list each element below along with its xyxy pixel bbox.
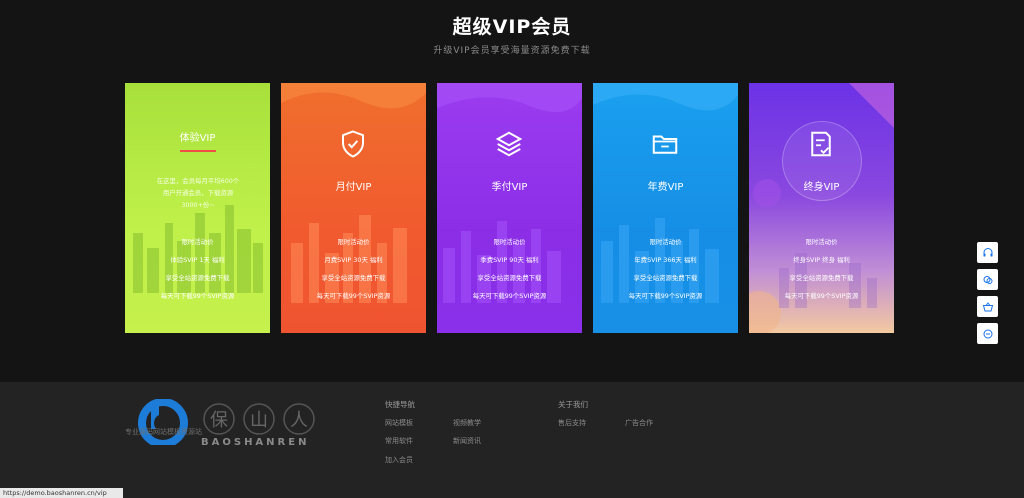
chat-button[interactable]: [977, 269, 998, 290]
document-check-icon: [811, 131, 831, 157]
brand-name-en: BAOSHANREN: [201, 437, 310, 448]
title-underline: [180, 150, 216, 152]
headset-icon: [983, 247, 992, 256]
footer-link-support[interactable]: 售后支持: [558, 418, 586, 428]
feature-promo: 限时活动价: [181, 238, 214, 246]
feature-free-download: 享受全站资源免费下载: [477, 274, 542, 282]
cart-button[interactable]: [977, 296, 998, 317]
card-title: 季付VIP: [491, 182, 528, 193]
footer-link-ads[interactable]: 广告合作: [625, 418, 653, 428]
feature-free-download: 享受全站资源免费下载: [165, 274, 230, 282]
feature-benefit: 体验SVIP 1天 福利: [170, 256, 225, 264]
card-title: 体验VIP: [179, 133, 216, 144]
feature-promo: 限时活动价: [649, 238, 682, 246]
brand-logo-icon[interactable]: [132, 399, 194, 445]
feature-free-download: 享受全站资源免费下载: [321, 274, 386, 282]
page-title: 超级VIP会员: [452, 16, 572, 38]
status-bar-url: https://demo.baoshanren.cn/vip: [0, 488, 123, 498]
footer-link-join-vip[interactable]: 加入会员: [385, 455, 413, 465]
card-title: 月付VIP: [335, 182, 372, 193]
card-description: 在这里，会员每月平均600个 用户开通会员，下载资源 3000+份~: [156, 177, 240, 209]
chat-icon: [983, 275, 992, 284]
quick-nav-heading: 快捷导航: [385, 400, 415, 409]
brand-logo-text: 保 山 人: [203, 403, 315, 435]
feature-benefit: 终身SVIP 终身 福利: [793, 256, 850, 264]
feature-promo: 限时活动价: [337, 238, 370, 246]
card-title: 年费VIP: [647, 182, 684, 193]
vip-card-yearly[interactable]: 年费VIP 限时活动价 年费SVIP 366天 福利 享受全站资源免费下载 每天…: [593, 83, 738, 333]
feature-promo: 限时活动价: [805, 238, 838, 246]
about-heading: 关于我们: [558, 400, 588, 409]
folder-icon: [652, 135, 678, 154]
customer-service-button[interactable]: [977, 242, 998, 263]
logo-cn-char-1: 保: [210, 410, 228, 431]
shield-check-icon: [342, 130, 364, 158]
footer-link-templates[interactable]: 网站模板: [385, 418, 413, 428]
footer-link-video[interactable]: 视频教学: [453, 418, 481, 428]
feature-benefit: 季费SVIP 90天 福利: [480, 256, 539, 264]
vip-card-quarterly[interactable]: 季付VIP 限时活动价 季费SVIP 90天 福利 享受全站资源免费下载 每天可…: [437, 83, 582, 333]
logo-cn-char-2: 山: [250, 410, 268, 431]
feature-benefit: 年费SVIP 366天 福利: [634, 256, 697, 264]
feature-free-download: 享受全站资源免费下载: [789, 274, 854, 282]
card-title: 终身VIP: [803, 182, 840, 193]
footer-link-news[interactable]: 新闻资讯: [453, 436, 481, 446]
logo-cn-char-3: 人: [290, 410, 308, 431]
feature-daily-limit: 每天可下载99个SVIP资源: [628, 292, 703, 300]
feature-daily-limit: 每天可下载99个SVIP资源: [784, 292, 859, 300]
feature-promo: 限时活动价: [493, 238, 526, 246]
brand-caption: 专业源码网站模板资源站: [125, 428, 202, 436]
feature-daily-limit: 每天可下载99个SVIP资源: [472, 292, 547, 300]
message-button[interactable]: [977, 323, 998, 344]
vip-card-lifetime[interactable]: 终身VIP 限时活动价 终身SVIP 终身 福利 享受全站资源免费下载 每天可下…: [749, 83, 894, 333]
layers-icon: [495, 131, 523, 157]
vip-card-monthly[interactable]: 月付VIP 限时活动价 月费SVIP 30天 福利 享受全站资源免费下载 每天可…: [281, 83, 426, 333]
feature-daily-limit: 每天可下载99个SVIP资源: [160, 292, 235, 300]
footer-link-software[interactable]: 常用软件: [385, 436, 413, 446]
basket-icon: [982, 301, 993, 311]
feature-free-download: 享受全站资源免费下载: [633, 274, 698, 282]
page-subtitle: 升级VIP会员享受海量资源免费下载: [433, 46, 591, 56]
message-icon: [983, 329, 992, 338]
vip-card-trial[interactable]: 体验VIP 在这里，会员每月平均600个 用户开通会员，下载资源 3000+份~…: [125, 83, 270, 333]
feature-daily-limit: 每天可下载99个SVIP资源: [316, 292, 391, 300]
feature-benefit: 月费SVIP 30天 福利: [324, 256, 383, 264]
